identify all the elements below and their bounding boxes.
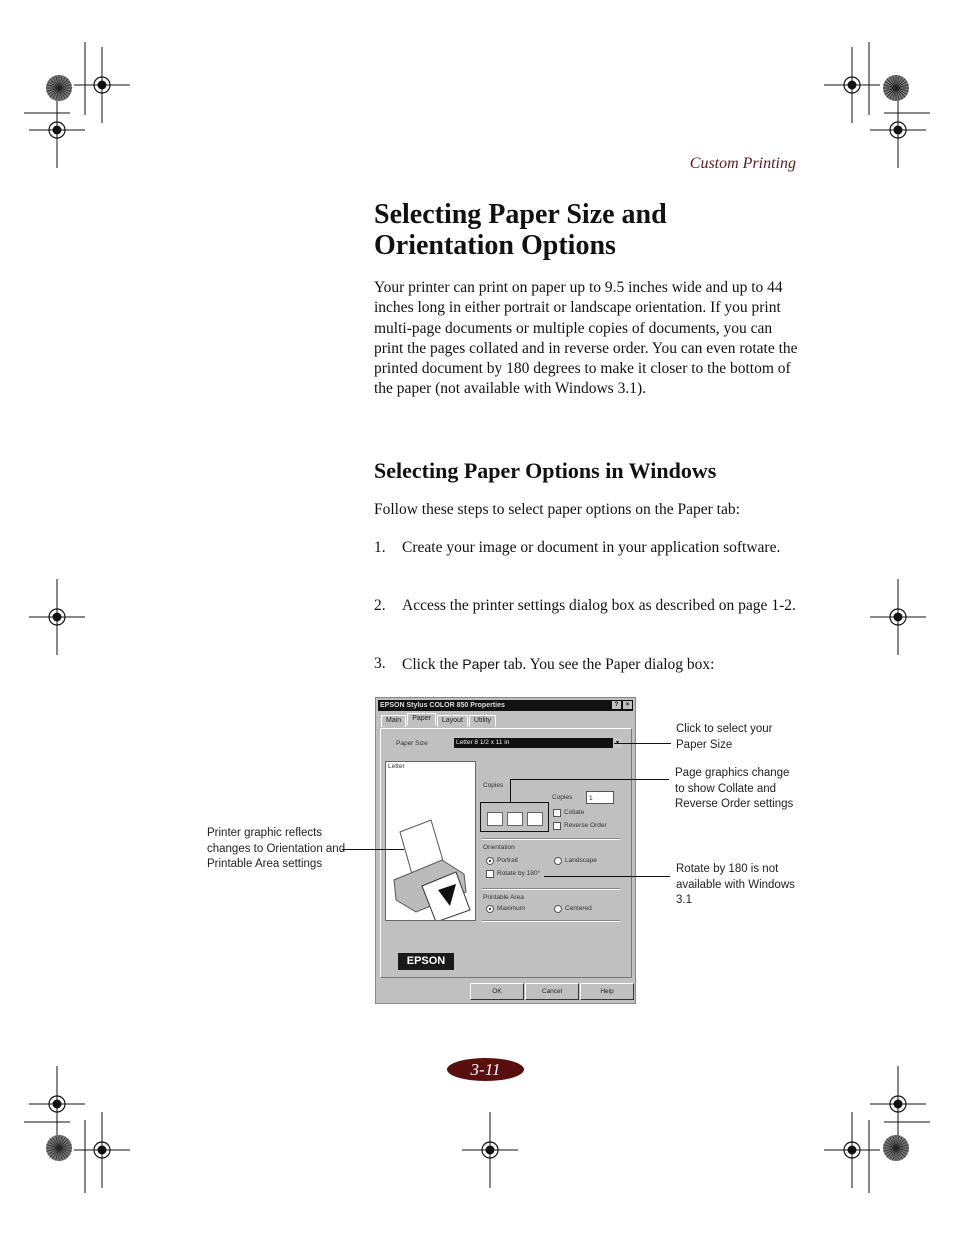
orientation-group-label: Orientation — [483, 844, 515, 851]
crosshair-mark-icon — [870, 579, 926, 655]
dialog-title-bar: EPSON Stylus COLOR 850 Properties ? × — [378, 700, 633, 711]
paper-size-label: Paper Size — [396, 740, 428, 747]
tab-main[interactable]: Main — [381, 715, 407, 727]
centered-label: Centered — [565, 905, 592, 912]
reverse-order-checkbox[interactable] — [553, 822, 561, 830]
paper-size-value: Letter 8 1/2 x 11 in — [456, 739, 510, 746]
dialog-tabs: Main Paper Layout Utility — [381, 713, 497, 727]
rosette-mark-icon — [883, 1135, 909, 1161]
section-intro: Follow these steps to select paper optio… — [374, 501, 740, 518]
printable-area-group-label: Printable Area — [483, 894, 524, 901]
dialog-title: EPSON Stylus COLOR 850 Properties — [380, 702, 505, 709]
help-title-button[interactable]: ? — [612, 701, 621, 709]
step-number: 1. — [374, 539, 386, 556]
divider — [482, 838, 620, 840]
copies-group-label: Copies — [483, 782, 504, 789]
copies-value: 1 — [589, 795, 593, 802]
copies-label: Copies — [552, 794, 573, 801]
callout-page-graphics: Page graphics change to show Collate and… — [675, 767, 794, 810]
crosshair-mark-icon — [29, 1066, 85, 1142]
callout-line — [614, 743, 671, 744]
step-text-pre: Click the — [402, 656, 463, 673]
callout-line — [510, 779, 511, 802]
crosshair-mark-icon — [74, 1112, 130, 1188]
copies-stepper[interactable]: 1 — [586, 791, 614, 804]
collate-page-graphics — [480, 802, 549, 832]
divider — [482, 920, 620, 922]
crosshair-mark-icon — [824, 47, 880, 123]
collate-label: Collate — [564, 809, 585, 816]
paper-size-select[interactable]: Letter 8 1/2 x 11 in ▾ — [454, 738, 622, 748]
step-text: Create your image or document in your ap… — [402, 539, 781, 556]
rosette-mark-icon — [46, 75, 72, 101]
tab-paper[interactable]: Paper — [407, 713, 436, 725]
section-heading: Selecting Paper Options in Windows — [374, 458, 717, 483]
page-number: 3-11 — [447, 1058, 524, 1081]
maximum-radio[interactable] — [486, 905, 494, 913]
rosette-mark-icon — [883, 75, 909, 101]
page-icon — [527, 812, 543, 826]
step-text: Access the printer settings dialog box a… — [402, 597, 796, 614]
ok-button[interactable]: OK — [470, 983, 524, 1000]
callout-line — [544, 876, 670, 877]
paper-properties-dialog: EPSON Stylus COLOR 850 Properties ? × Ma… — [375, 697, 636, 1004]
maximum-label: Maximum — [497, 905, 526, 912]
close-icon[interactable]: × — [623, 701, 632, 709]
landscape-radio[interactable] — [554, 857, 562, 865]
step-number: 3. — [374, 655, 386, 672]
portrait-label: Portrait — [497, 857, 518, 864]
tab-layout[interactable]: Layout — [436, 715, 468, 727]
help-button[interactable]: Help — [580, 983, 634, 1000]
crosshair-mark-icon — [870, 92, 926, 168]
step-2: 2. Access the printer settings dialog bo… — [374, 596, 799, 616]
callout-rotate: Rotate by 180 is not available with Wind… — [676, 863, 795, 906]
collate-checkbox[interactable] — [553, 809, 561, 817]
landscape-label: Landscape — [565, 857, 597, 864]
centered-radio[interactable] — [554, 905, 562, 913]
crosshair-mark-icon — [870, 1066, 926, 1142]
printer-graphic-icon — [393, 819, 471, 920]
crosshair-mark-icon — [29, 579, 85, 655]
rotate-label: Rotate by 180° — [497, 870, 541, 877]
callout-printer-graphic: Printer graphic reflects changes to Orie… — [207, 827, 346, 870]
intro-paragraph: Your printer can print on paper up to 9.… — [374, 279, 798, 398]
paper-tab-reference: Paper — [462, 656, 500, 672]
step-text: Click the Paper tab. You see the Paper d… — [402, 654, 714, 675]
epson-logo: EPSON — [398, 953, 454, 970]
reverse-order-label: Reverse Order — [564, 822, 607, 829]
rosette-mark-icon — [46, 1135, 72, 1161]
step-text-post: tab. You see the Paper dialog box: — [499, 656, 715, 673]
step-number: 2. — [374, 597, 386, 614]
crosshair-mark-icon — [74, 47, 130, 123]
callout-line — [510, 779, 669, 780]
page-icon — [487, 812, 503, 826]
rotate-checkbox[interactable] — [486, 870, 494, 878]
crosshair-mark-icon — [824, 1112, 880, 1188]
registration-marks — [24, 42, 930, 1193]
crosshair-mark-icon — [29, 92, 85, 168]
divider — [482, 888, 620, 890]
running-head: Custom Printing — [689, 155, 796, 172]
step-1: 1. Create your image or document in your… — [374, 538, 799, 558]
page-icon — [507, 812, 523, 826]
crosshair-mark-icon — [462, 1112, 518, 1188]
tab-utility[interactable]: Utility — [468, 715, 497, 727]
portrait-radio[interactable] — [486, 857, 494, 865]
page-title: Selecting Paper Size and Orientation Opt… — [374, 199, 667, 261]
callout-paper-size: Click to select your Paper Size — [676, 723, 773, 751]
cancel-button[interactable]: Cancel — [525, 983, 579, 1000]
printer-preview: Letter — [385, 761, 476, 921]
step-3: 3. Click the Paper tab. You see the Pape… — [374, 654, 799, 675]
